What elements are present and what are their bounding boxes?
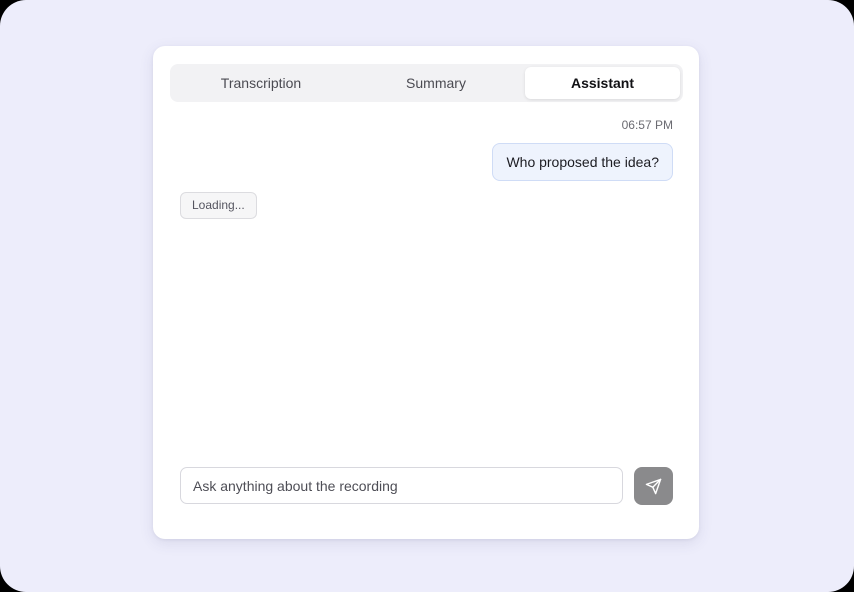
tab-assistant[interactable]: Assistant bbox=[525, 67, 680, 99]
question-input[interactable] bbox=[180, 467, 623, 504]
assistant-loading-indicator: Loading... bbox=[180, 192, 257, 219]
assistant-panel: Transcription Summary Assistant 06:57 PM… bbox=[153, 46, 699, 539]
app-background: Transcription Summary Assistant 06:57 PM… bbox=[0, 0, 854, 592]
user-message-bubble: Who proposed the idea? bbox=[492, 143, 673, 181]
tab-transcription[interactable]: Transcription bbox=[173, 67, 349, 99]
message-timestamp: 06:57 PM bbox=[621, 118, 673, 132]
tab-bar: Transcription Summary Assistant bbox=[170, 64, 683, 102]
tab-summary[interactable]: Summary bbox=[349, 67, 523, 99]
send-button[interactable] bbox=[634, 467, 673, 505]
